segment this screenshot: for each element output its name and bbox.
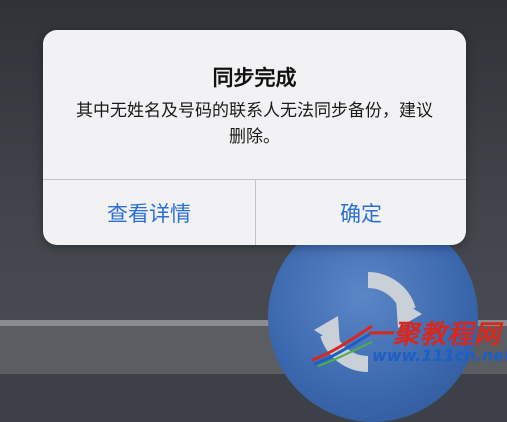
watermark-url: www.111cn.net	[372, 346, 507, 365]
sync-complete-dialog: 同步完成 其中无姓名及号码的联系人无法同步备份，建议删除。 查看详情 确定	[43, 30, 466, 245]
dialog-title: 同步完成	[212, 66, 297, 90]
dialog-message: 其中无姓名及号码的联系人无法同步备份，建议删除。	[76, 101, 433, 147]
confirm-button[interactable]: 确定	[256, 180, 466, 245]
watermark: 一聚教程网 www.111cn.net	[310, 314, 507, 374]
watermark-swoosh-icon	[311, 324, 373, 367]
view-details-button[interactable]: 查看详情	[43, 180, 255, 245]
